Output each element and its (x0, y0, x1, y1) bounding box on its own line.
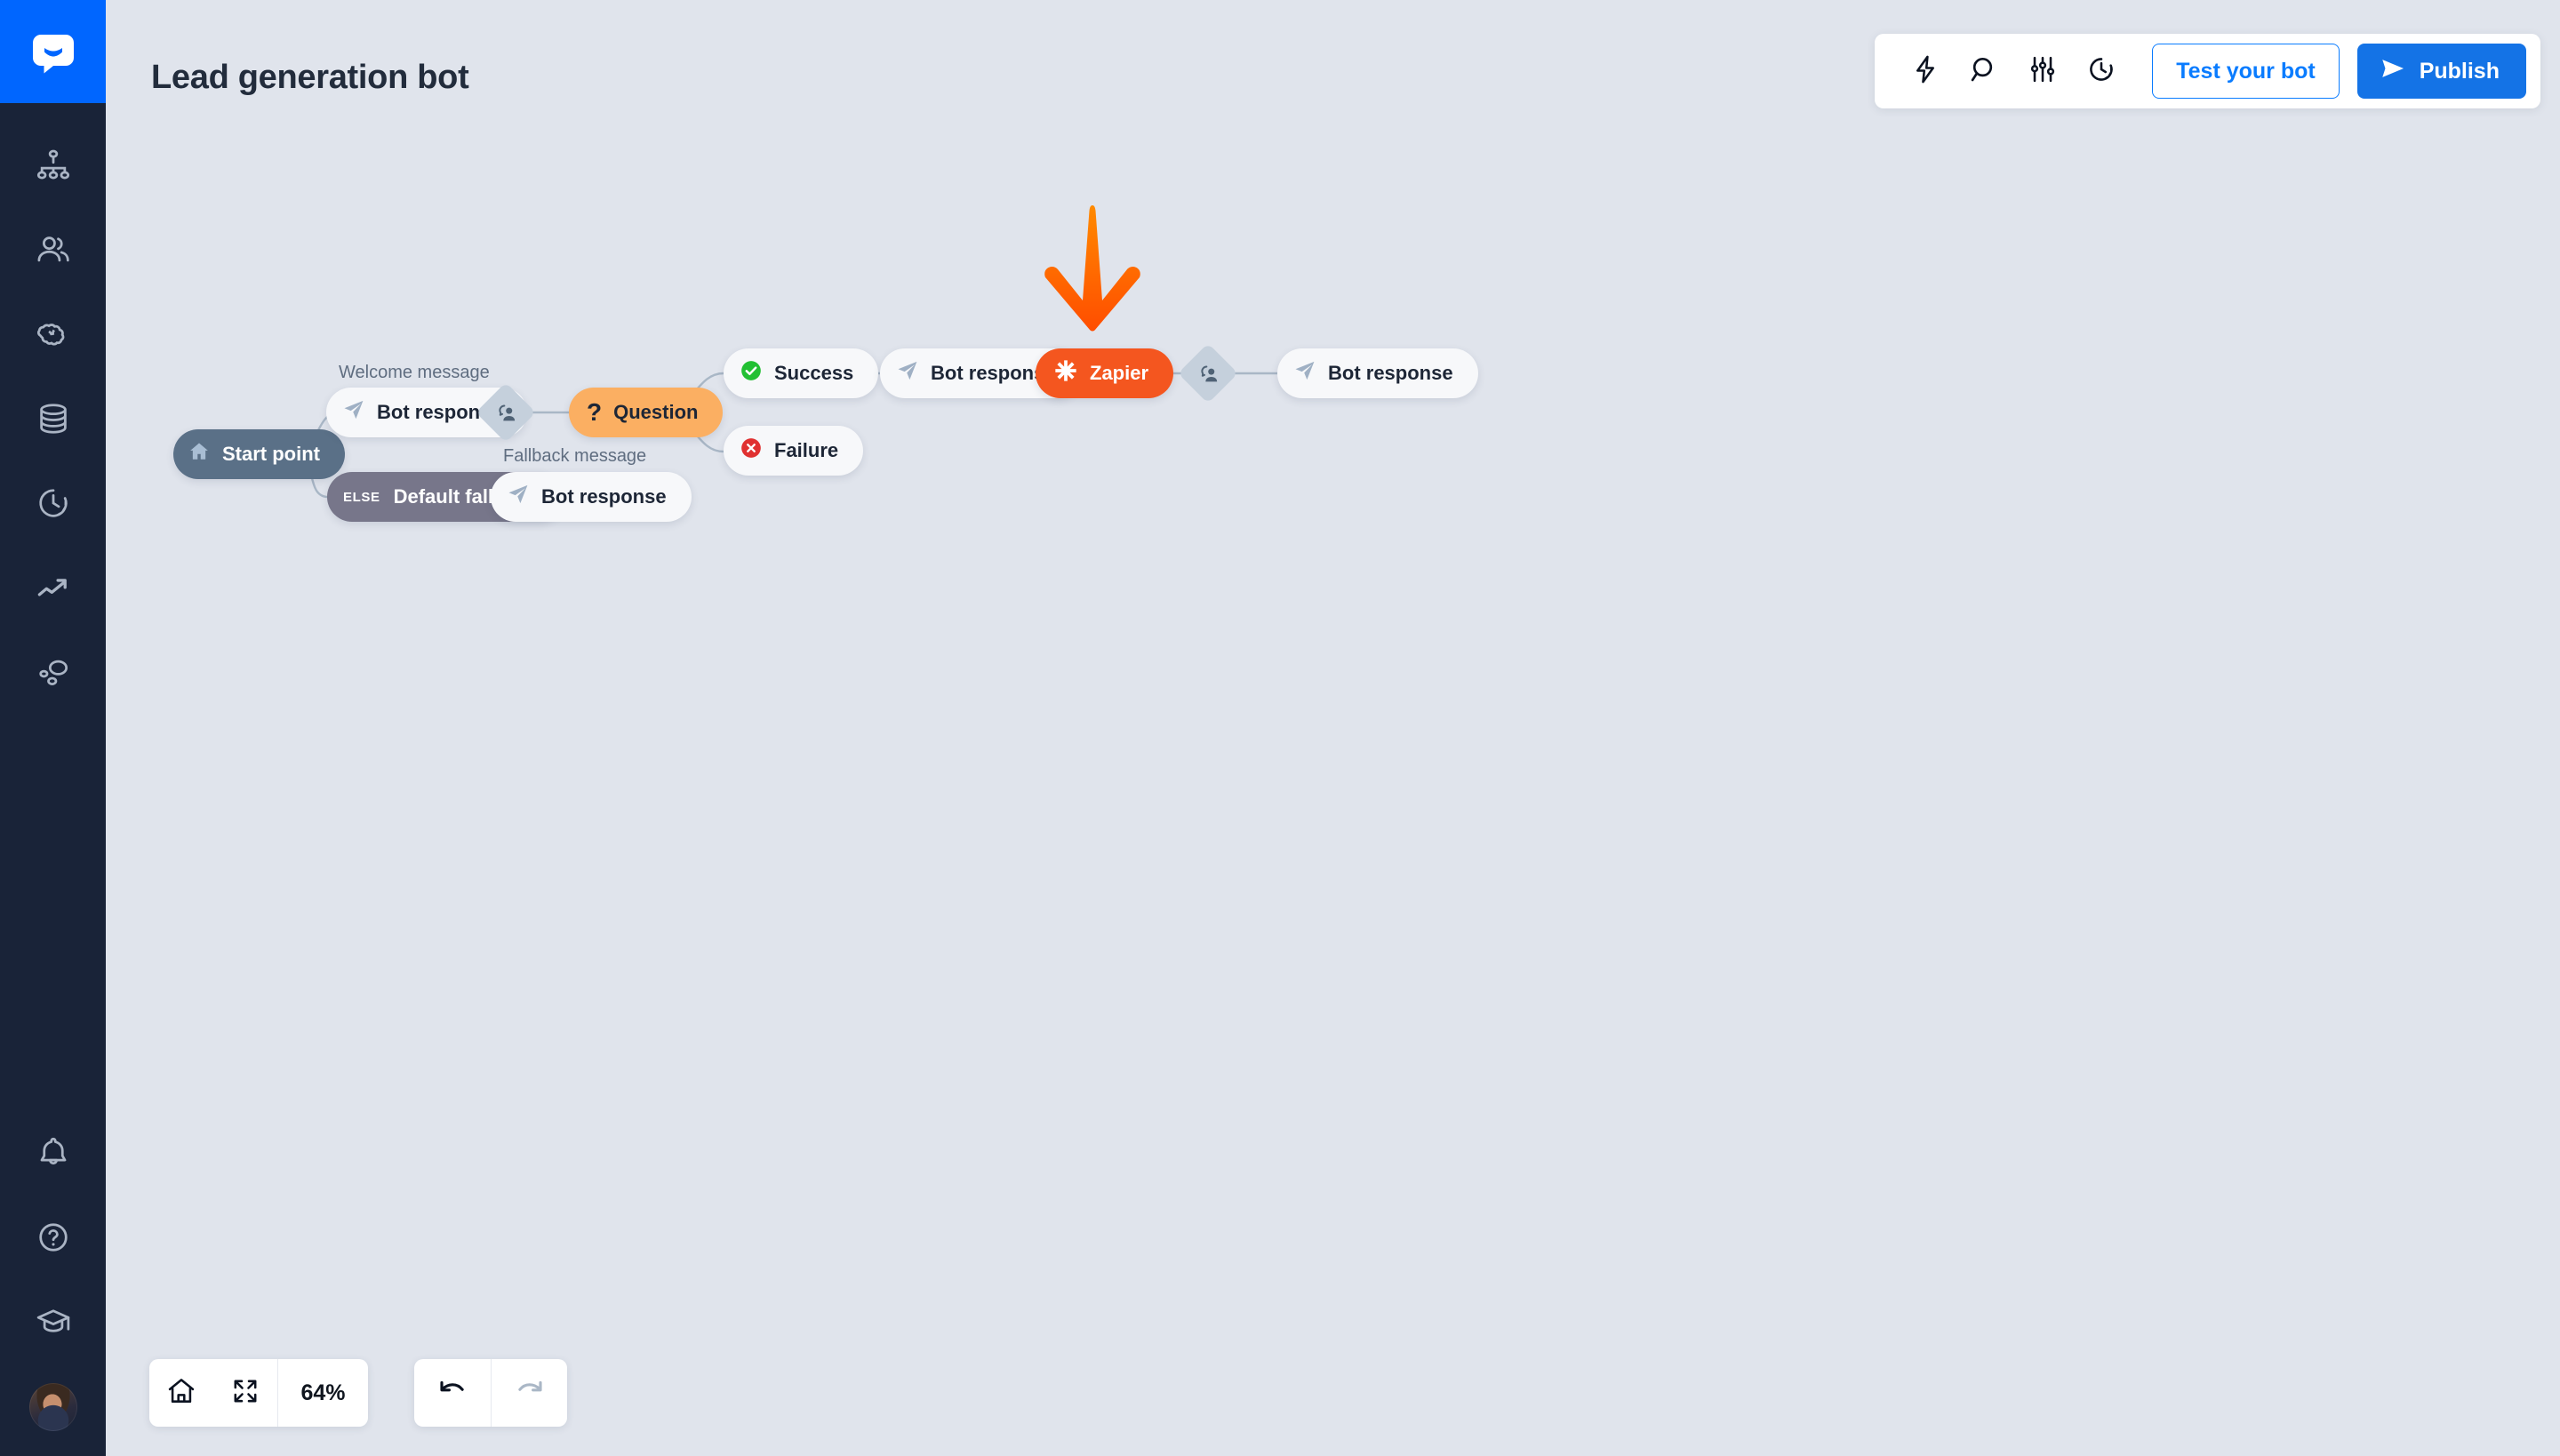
else-badge: ELSE (343, 489, 380, 505)
send-icon (507, 483, 530, 511)
question-circle-icon (34, 1218, 73, 1257)
fit-to-screen-button[interactable] (213, 1359, 277, 1427)
flag-welcome-message: Welcome message (339, 363, 490, 382)
org-chart-icon (34, 146, 73, 185)
chatbot-logo-icon[interactable] (0, 0, 106, 103)
send-icon (342, 398, 365, 427)
node-failure[interactable]: Failure (724, 426, 864, 476)
flow-canvas[interactable]: Welcome message Fallback message Start p… (106, 0, 2560, 1456)
flag-fallback-message: Fallback message (503, 446, 647, 466)
node-label: Question (613, 401, 699, 423)
graduation-cap-icon (34, 1302, 73, 1341)
reset-view-button[interactable] (149, 1359, 213, 1427)
send-icon (1293, 359, 1316, 388)
send-icon (896, 359, 919, 388)
node-zapier[interactable]: Zapier (1036, 348, 1174, 398)
node-label: Start point (222, 443, 320, 465)
node-label: Bot response (541, 485, 667, 508)
sidebar-item-users[interactable] (0, 207, 106, 292)
home-icon (188, 440, 211, 468)
brain-icon (34, 315, 73, 354)
database-icon (34, 399, 73, 438)
users-icon (34, 230, 73, 269)
node-bot-response-fallback[interactable]: Bot response (491, 472, 692, 522)
sidebar-nav-bottom (0, 1110, 106, 1456)
sidebar-item-history[interactable] (0, 460, 106, 545)
app-root: Lead generation bot Test your bot Publis… (0, 0, 2560, 1456)
node-label: Failure (774, 439, 839, 461)
history-controls (414, 1359, 567, 1427)
sidebar-item-chatbots[interactable] (0, 123, 106, 207)
sidebar-item-academy[interactable] (0, 1279, 106, 1364)
node-label: Success (774, 362, 854, 384)
bubbles-icon (34, 652, 73, 692)
node-success[interactable]: Success (724, 348, 879, 398)
node-bot-response-final[interactable]: Bot response (1277, 348, 1478, 398)
bell-icon (34, 1133, 73, 1172)
zoom-controls: 64% (149, 1359, 368, 1427)
node-label: Zapier (1090, 362, 1149, 384)
redo-button[interactable] (491, 1359, 567, 1427)
redo-icon (514, 1375, 546, 1412)
home-outline-icon (165, 1375, 197, 1412)
sidebar-item-notifications[interactable] (0, 1110, 106, 1195)
undo-icon (436, 1375, 468, 1412)
x-circle-icon (740, 436, 763, 465)
clock-history-icon (34, 484, 73, 523)
sidebar-item-integrations[interactable] (0, 629, 106, 714)
user-reply-icon (1196, 361, 1220, 386)
avatar[interactable] (28, 1383, 77, 1431)
zoom-level[interactable]: 64% (277, 1359, 368, 1427)
node-start-point[interactable]: Start point (173, 429, 345, 479)
node-user-reply-2[interactable] (1178, 343, 1238, 404)
flow-edges (295, 372, 1277, 499)
question-mark-icon: ? (587, 398, 603, 426)
sidebar-item-analytics[interactable] (0, 545, 106, 629)
sidebar-item-ai-knowledge[interactable] (0, 292, 106, 376)
trend-up-icon (34, 568, 73, 607)
check-circle-icon (740, 359, 763, 388)
zapier-icon (1053, 358, 1078, 388)
node-label: Bot response (1328, 362, 1453, 384)
annotation-down-arrow (1035, 203, 1150, 336)
sidebar-nav-top (0, 123, 106, 714)
fullscreen-icon (231, 1377, 260, 1410)
node-question[interactable]: ? Question (569, 388, 724, 437)
undo-button[interactable] (414, 1359, 491, 1427)
sidebar-item-data[interactable] (0, 376, 106, 460)
user-reply-icon (493, 400, 518, 425)
sidebar-item-help[interactable] (0, 1195, 106, 1279)
sidebar (0, 0, 106, 1456)
